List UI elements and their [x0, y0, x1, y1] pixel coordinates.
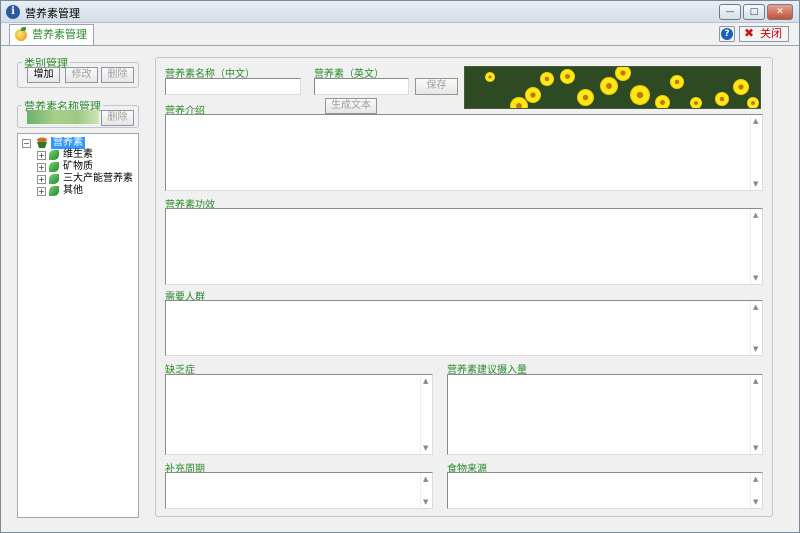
tab-nutrient-management[interactable]: 营养素管理	[9, 24, 94, 46]
scrollbar[interactable]: ▲ ▼	[420, 473, 432, 508]
scroll-down-icon[interactable]: ▼	[753, 274, 758, 282]
tree-item-label: 矿物质	[63, 161, 93, 172]
intake-textarea[interactable]: ▲ ▼	[447, 374, 763, 455]
expand-icon[interactable]: +	[37, 175, 46, 184]
scrollbar[interactable]: ▲ ▼	[750, 375, 762, 454]
tree-root-label: 营养素	[51, 137, 85, 149]
scrollbar[interactable]: ▲ ▼	[750, 473, 762, 508]
close-button[interactable]: ✖ 关闭	[739, 26, 789, 42]
scrollbar[interactable]: ▲ ▼	[750, 301, 762, 355]
effect-textarea[interactable]: ▲ ▼	[165, 208, 763, 285]
tree-item-label: 维生素	[63, 149, 93, 160]
title-bar: i 营养素管理 — □ ✕	[1, 1, 799, 23]
green-banner	[27, 110, 99, 124]
scroll-up-icon[interactable]: ▲	[753, 475, 758, 483]
save-button[interactable]: 保存	[415, 78, 458, 95]
leaf-icon	[49, 186, 59, 196]
window-title: 营养素管理	[25, 7, 80, 20]
name-en-input[interactable]	[314, 78, 409, 95]
scroll-down-icon[interactable]: ▼	[423, 444, 428, 452]
scroll-up-icon[interactable]: ▲	[423, 377, 428, 385]
scroll-down-icon[interactable]: ▼	[753, 180, 758, 188]
scroll-down-icon[interactable]: ▼	[423, 498, 428, 506]
help-button[interactable]: ?	[719, 26, 735, 42]
close-icon: ✖	[744, 26, 755, 40]
scroll-up-icon[interactable]: ▲	[753, 303, 758, 311]
source-textarea[interactable]: ▲ ▼	[447, 472, 763, 509]
scrollbar[interactable]: ▲ ▼	[420, 375, 432, 454]
minimize-button[interactable]: —	[719, 4, 741, 20]
food-basket-icon	[35, 137, 49, 149]
scrollbar[interactable]: ▲ ▼	[750, 115, 762, 190]
main-window: i 营养素管理 — □ ✕ 营养素管理 ? ✖ 关闭 类别管理 增加 修改 删除…	[0, 0, 800, 533]
flower-banner-image	[464, 66, 761, 109]
leaf-icon	[21, 27, 26, 31]
people-textarea[interactable]: ▲ ▼	[165, 300, 763, 356]
name-cn-input[interactable]	[165, 78, 301, 95]
leaf-icon	[49, 150, 59, 160]
period-textarea[interactable]: ▲ ▼	[165, 472, 433, 509]
collapse-icon[interactable]: −	[22, 139, 31, 148]
close-button-label: 关闭	[760, 27, 782, 40]
scrollbar[interactable]: ▲ ▼	[750, 209, 762, 284]
scroll-up-icon[interactable]: ▲	[753, 377, 758, 385]
expand-icon[interactable]: +	[37, 163, 46, 172]
tree-item-label: 其他	[63, 185, 83, 196]
expand-icon[interactable]: +	[37, 187, 46, 196]
leaf-icon	[49, 162, 59, 172]
delete-category-button[interactable]: 删除	[101, 67, 134, 83]
edit-button[interactable]: 修改	[65, 67, 98, 83]
tree-item-label: 三大产能营养素	[63, 173, 133, 184]
expand-icon[interactable]: +	[37, 151, 46, 160]
scroll-up-icon[interactable]: ▲	[753, 117, 758, 125]
leaf-icon	[49, 174, 59, 184]
deficiency-textarea[interactable]: ▲ ▼	[165, 374, 433, 455]
tab-strip: 营养素管理	[1, 23, 799, 46]
generate-text-button[interactable]: 生成文本	[325, 98, 377, 114]
maximize-button[interactable]: □	[743, 4, 765, 20]
scroll-down-icon[interactable]: ▼	[753, 345, 758, 353]
tab-content-border	[1, 45, 799, 46]
help-icon: ?	[721, 28, 733, 40]
scroll-up-icon[interactable]: ▲	[423, 475, 428, 483]
tab-label: 营养素管理	[32, 28, 87, 41]
intro-textarea[interactable]: ▲ ▼	[165, 114, 763, 191]
delete-name-button[interactable]: 删除	[101, 110, 134, 126]
info-icon: i	[6, 5, 20, 19]
add-button[interactable]: 增加	[27, 67, 60, 83]
scroll-up-icon[interactable]: ▲	[753, 211, 758, 219]
close-window-button[interactable]: ✕	[767, 4, 793, 20]
nutrient-tree[interactable]: − 营养素 + 维生素 + 矿物质 + 三大产能营养素 + 其他	[17, 133, 139, 518]
scroll-down-icon[interactable]: ▼	[753, 498, 758, 506]
scroll-down-icon[interactable]: ▼	[753, 444, 758, 452]
